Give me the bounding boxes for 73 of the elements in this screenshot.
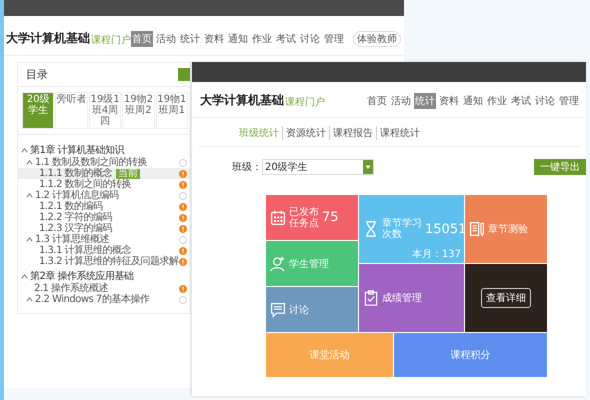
class-tab[interactable]: 19物2班周2 xyxy=(122,92,155,129)
nav-tab[interactable]: 统计 xyxy=(414,93,436,109)
tree-item[interactable]: 第1章 计算机基础知识 xyxy=(30,144,124,156)
nav-tab[interactable]: 讨论 xyxy=(534,93,556,109)
dashboard-tile[interactable]: 成绩管理 xyxy=(359,264,464,332)
course-title: 大学计算机基础 xyxy=(200,92,284,109)
class-label: 班级： xyxy=(232,160,262,174)
caret-icon[interactable] xyxy=(26,159,33,166)
nav-tab[interactable]: 管理 xyxy=(323,31,345,47)
tree-item[interactable]: 2.1 操作系统概述 xyxy=(34,283,108,294)
badge: 当前 xyxy=(116,168,140,178)
tree-item[interactable]: 1.2.3 汉字的编码 xyxy=(39,223,112,234)
stats-tab[interactable]: 课程报告 xyxy=(330,126,377,140)
nav-tab[interactable]: 讨论 xyxy=(299,31,321,47)
nav-tab[interactable]: 活动 xyxy=(390,93,412,109)
header-button[interactable]: 体验教师 xyxy=(353,31,401,47)
tile-label: 成绩管理 xyxy=(382,292,422,305)
nav-tab[interactable]: 作业 xyxy=(486,93,508,109)
class-tab[interactable]: 旁听者 xyxy=(55,92,88,129)
dashboard-tile[interactable]: 查看详细 xyxy=(465,264,547,332)
nav-tab[interactable]: 通知 xyxy=(227,31,249,47)
document-icon xyxy=(469,220,485,238)
nav-tab[interactable]: 管理 xyxy=(558,93,580,109)
nav-tab[interactable]: 首页 xyxy=(131,31,153,47)
caret-icon[interactable] xyxy=(21,146,28,154)
nav-tab[interactable]: 首页 xyxy=(366,93,388,109)
tree-item[interactable]: 1.1 数制及数制之间的转换 xyxy=(35,157,148,168)
tile-label: 已发布 任务点 xyxy=(289,206,319,228)
tree-item[interactable]: 1.1.2 数制之间的转换 xyxy=(39,179,132,190)
class-tab[interactable]: 19物1班周1 xyxy=(156,92,188,129)
tile-label: 课程积分 xyxy=(450,349,490,362)
caret-icon[interactable] xyxy=(21,272,28,280)
catalog-title: 目录 xyxy=(26,67,48,82)
nav-tab[interactable]: 活动 xyxy=(155,31,177,47)
class-tab[interactable]: 19级1班4周四 xyxy=(88,92,122,129)
class-select[interactable]: 20级学生 xyxy=(262,159,374,175)
nav-tab[interactable]: 通知 xyxy=(462,93,484,109)
detail-button[interactable]: 查看详细 xyxy=(481,288,531,308)
tree-item[interactable]: 1.2 计算机信息编码 xyxy=(35,190,119,201)
nav-tab[interactable]: 资料 xyxy=(438,93,460,109)
tile-label: 章节学习 次数 xyxy=(382,218,422,240)
tree-item[interactable]: 2.2 Windows 7的基本操作 xyxy=(35,294,150,305)
caret-icon[interactable] xyxy=(26,192,33,199)
caret-icon[interactable] xyxy=(26,236,33,243)
tile-label: 章节测验 xyxy=(488,222,528,236)
tree-item[interactable]: 1.3.1 计算思维的概念 xyxy=(39,245,132,256)
course-title: 大学计算机基础 xyxy=(6,30,90,47)
stats-tab[interactable]: 资源统计 xyxy=(283,126,330,140)
tile-value: 15051 xyxy=(425,222,466,236)
caret-icon[interactable] xyxy=(26,296,33,303)
stats-tab[interactable]: 课程统计 xyxy=(377,126,423,140)
hourglass-icon xyxy=(363,220,379,238)
add-user-icon xyxy=(270,254,286,272)
tree-item[interactable]: 第2章 操作系统应用基础 xyxy=(30,270,134,282)
nav-tab[interactable]: 作业 xyxy=(251,31,273,47)
nav-tab[interactable]: 考试 xyxy=(275,31,297,47)
dropdown-icon[interactable] xyxy=(363,160,373,174)
tile-note: 本月：137 xyxy=(412,248,461,261)
tree-item[interactable]: 1.1.1 数制的概念 xyxy=(39,168,112,179)
nav-tab[interactable]: 资料 xyxy=(203,31,225,47)
tile-label: 讨论 xyxy=(289,304,309,316)
tree-item[interactable]: 1.2.2 字符的编码 xyxy=(39,212,112,223)
tile-value: 75 xyxy=(322,210,339,225)
clipboard-check-icon xyxy=(363,289,379,307)
nav-tab[interactable]: 统计 xyxy=(179,31,201,47)
comment-icon xyxy=(270,300,286,318)
calendar-icon xyxy=(270,208,286,226)
tile-label: 学生管理 xyxy=(289,258,329,270)
tile-label: 课堂活动 xyxy=(310,348,350,362)
tree-item[interactable]: 1.3.2 计算思维的特征及问题求解 xyxy=(39,256,179,267)
nav-tab[interactable]: 考试 xyxy=(510,93,532,109)
tree-item[interactable]: 1.2.1 数的编码 xyxy=(39,201,103,212)
tree-item[interactable]: 1.3 计算思维概述 xyxy=(35,234,110,245)
